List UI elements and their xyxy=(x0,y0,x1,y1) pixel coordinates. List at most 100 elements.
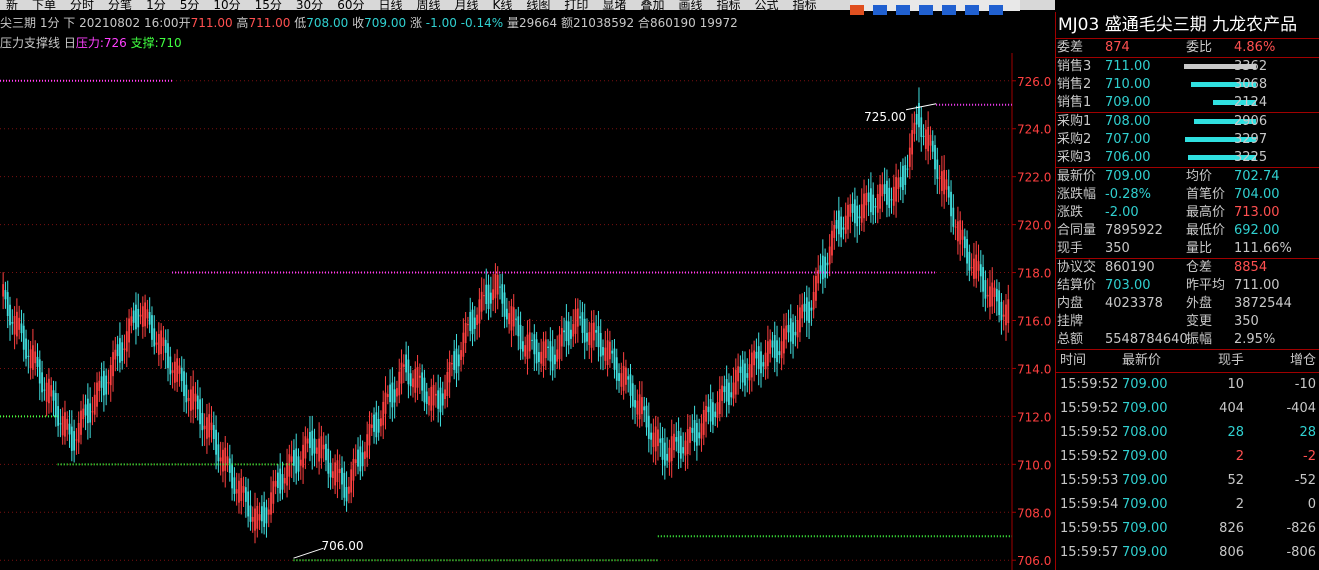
candle-body xyxy=(320,436,323,459)
tick-row[interactable]: 15:59:52 709.00 2 -2 xyxy=(1056,445,1319,469)
candle-body xyxy=(794,331,797,336)
bids-row[interactable]: 采购2 707.00 3297 xyxy=(1056,131,1319,149)
candle-body xyxy=(492,289,495,300)
candle-body xyxy=(663,442,666,466)
candle-body xyxy=(451,363,453,365)
tick-row[interactable]: 15:59:54 709.00 2 0 xyxy=(1056,493,1319,517)
candle-body xyxy=(222,449,224,472)
candle-body xyxy=(840,216,843,238)
menu-item[interactable]: 分笔 xyxy=(108,0,132,10)
asks-row[interactable]: 销售3 711.00 3362 xyxy=(1056,58,1319,76)
ime-toolbar[interactable] xyxy=(850,0,1020,15)
candle-body xyxy=(286,463,288,486)
menu-item[interactable]: 叠加 xyxy=(640,0,664,10)
kline-chart[interactable]: 726.0 724.0 722.0 720.0 718.0 716.0 714.0 712.0… xyxy=(0,53,1053,570)
stat-label: 涨跌幅 xyxy=(1057,187,1097,202)
menu-item[interactable]: 新 xyxy=(6,0,18,10)
candle-body xyxy=(707,406,710,413)
candle-body xyxy=(508,313,511,325)
candle-body xyxy=(833,224,836,238)
candle-body xyxy=(373,414,375,432)
collapse-icon[interactable]: 日 xyxy=(64,36,76,50)
candle-body xyxy=(947,186,950,198)
candle-body xyxy=(91,411,94,413)
menu-item[interactable]: 线图 xyxy=(526,0,550,10)
menu-item[interactable]: 15分 xyxy=(255,0,282,10)
indicator-name[interactable]: 压力支撑线 xyxy=(0,36,60,50)
stat-label: 挂牌 xyxy=(1057,314,1084,329)
candle-body xyxy=(709,399,712,422)
menu-item[interactable]: 1分 xyxy=(146,0,166,10)
candle-body xyxy=(844,215,847,234)
tick-price: 709.00 xyxy=(1122,521,1168,536)
tick-row[interactable]: 15:59:52 709.00 10 -10 xyxy=(1056,373,1319,397)
tick-row[interactable]: 15:59:57 709.00 806 -806 xyxy=(1056,541,1319,565)
candle-body xyxy=(311,430,314,456)
menu-item[interactable]: 5分 xyxy=(180,0,200,10)
bids-row[interactable]: 采购1 708.00 2906 xyxy=(1056,113,1319,131)
stat-value: 7895922 xyxy=(1105,223,1163,238)
menu-item[interactable]: 画线 xyxy=(678,0,702,10)
menu-item[interactable]: 打印 xyxy=(564,0,588,10)
candle-body xyxy=(102,370,105,396)
menu-item[interactable]: 指标 xyxy=(793,0,817,10)
candle-body xyxy=(968,251,971,271)
candle-body xyxy=(597,326,600,348)
menu-item[interactable]: 分时 xyxy=(70,0,94,10)
menu-item[interactable]: 指标 xyxy=(716,0,740,10)
candle-body xyxy=(934,144,936,170)
stat-label: 结算价 xyxy=(1057,278,1097,293)
candle-body xyxy=(194,393,197,402)
candle-body xyxy=(61,416,64,436)
menu-item[interactable]: 30分 xyxy=(296,0,323,10)
candle-body xyxy=(528,332,531,352)
candle-body xyxy=(315,447,318,454)
candle-body xyxy=(824,256,827,278)
level-volume: 3297 xyxy=(1234,132,1268,147)
bids-row[interactable]: 采购3 706.00 3225 xyxy=(1056,149,1319,167)
candle-body xyxy=(512,307,515,327)
menu-item[interactable]: 10分 xyxy=(213,0,240,10)
menu-item[interactable]: 公式 xyxy=(754,0,778,10)
candle-body xyxy=(171,370,174,373)
candle-body xyxy=(677,430,680,454)
stat-label: 总额 xyxy=(1057,332,1084,347)
candle-body xyxy=(368,423,371,446)
candle-body xyxy=(993,287,996,297)
asks-row[interactable]: 销售2 710.00 3068 xyxy=(1056,76,1319,94)
tick-row[interactable]: 15:59:55 709.00 826 -826 xyxy=(1056,517,1319,541)
candle-body xyxy=(654,426,657,452)
candle-body xyxy=(950,191,952,217)
stat-label: 协议交 xyxy=(1057,260,1097,275)
candle-body xyxy=(210,422,213,431)
tick-row[interactable]: 15:59:52 708.00 28 28 xyxy=(1056,421,1319,445)
candle-body xyxy=(581,312,584,333)
support-value: 710 xyxy=(158,36,182,50)
level-label: 采购1 xyxy=(1057,114,1092,129)
tick-row[interactable]: 15:59:53 709.00 52 -52 xyxy=(1056,469,1319,493)
candle-body xyxy=(565,320,568,342)
candle-body xyxy=(721,385,723,401)
candle-body xyxy=(682,447,685,454)
tick-price: 709.00 xyxy=(1122,473,1168,488)
asks-row[interactable]: 销售1 709.00 2124 xyxy=(1056,94,1319,112)
candle-body xyxy=(563,330,565,333)
menu-item[interactable]: 周线 xyxy=(416,0,440,10)
menu-item[interactable]: K线 xyxy=(493,0,513,10)
candle-body xyxy=(762,362,765,367)
resistance-value: 726 xyxy=(103,36,127,50)
tick-row[interactable]: 15:59:52 709.00 404 -404 xyxy=(1056,397,1319,421)
menu-item[interactable]: 60分 xyxy=(337,0,364,10)
menu-item[interactable]: 月线 xyxy=(455,0,479,10)
candle-body xyxy=(986,294,989,297)
candle-body xyxy=(849,204,852,217)
menu-item[interactable]: 下单 xyxy=(32,0,56,10)
candle-body xyxy=(773,335,776,359)
candle-body xyxy=(215,429,217,455)
menu-item[interactable]: 显堵 xyxy=(602,0,626,10)
menu-item[interactable]: 日线 xyxy=(378,0,402,10)
tick-list[interactable]: 15:59:52 709.00 10 -10 15:59:52 709.00 404 -404… xyxy=(1056,373,1319,565)
indicator-legend[interactable]: 压力支撑线 日压力:726 支撑:710 xyxy=(0,34,182,52)
kline-svg[interactable]: 726.0 724.0 722.0 720.0 718.0 716.0 714.0 712.0… xyxy=(0,53,1053,570)
candle-body xyxy=(693,419,696,443)
